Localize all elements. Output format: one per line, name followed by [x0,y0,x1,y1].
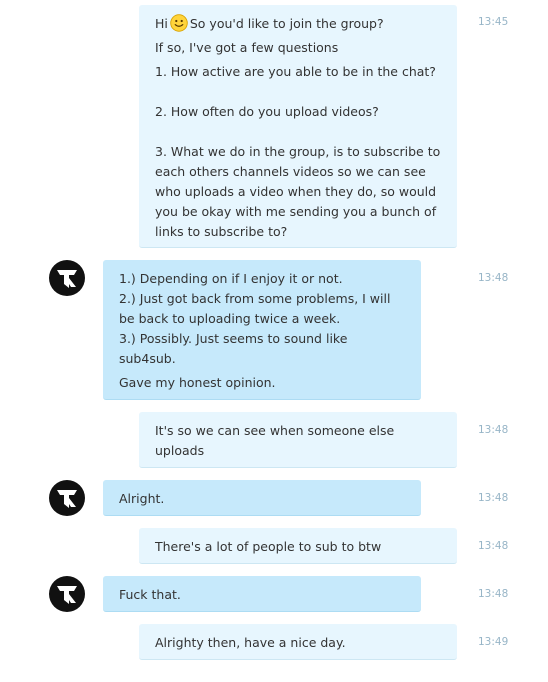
message-timestamp: 13:48 [478,588,509,600]
message-text: So you'd like to join the group? [189,16,384,31]
message-bubble-incoming[interactable]: 1.) Depending on if I enjoy it or not. 2… [103,260,421,400]
message-timestamp: 13:48 [478,272,509,284]
message-text: 1.) Depending on if I enjoy it or not. 2… [119,271,391,366]
message-bubble-outgoing[interactable]: There's a lot of people to sub to btw [139,528,457,564]
message-timestamp: 13:48 [478,540,509,552]
message-timestamp: 13:49 [478,636,509,648]
message-text: It's so we can see when someone else upl… [155,423,399,458]
contact-avatar-icon[interactable] [49,480,85,516]
message-text: Gave my honest opinion. [119,375,276,390]
message-timestamp: 13:48 [478,424,509,436]
smile-emoji-icon [170,14,188,32]
greeting-text: Hi [155,16,168,31]
message-timestamp: 13:45 [478,16,509,28]
message-bubble-incoming[interactable]: Fuck that. [103,576,421,612]
message-text: 1. How active are you able to be in the … [155,64,441,239]
message-line: Hi So you'd like to join the group? [155,14,443,34]
contact-avatar-icon[interactable] [49,576,85,612]
message-text: Fuck that. [119,587,181,602]
message-timestamp: 13:48 [478,492,509,504]
message-text: There's a lot of people to sub to btw [155,539,382,554]
message-text: Alright. [119,491,165,506]
message-bubble-outgoing[interactable]: It's so we can see when someone else upl… [139,412,457,468]
message-text: Alrighty then, have a nice day. [155,635,346,650]
message-text: If so, I've got a few questions [155,40,339,55]
message-bubble-outgoing[interactable]: Alrighty then, have a nice day. [139,624,457,660]
message-bubble-outgoing[interactable]: Hi So you'd like to join the group? If so… [139,5,457,248]
contact-avatar-icon[interactable] [49,260,85,296]
message-bubble-incoming[interactable]: Alright. [103,480,421,516]
